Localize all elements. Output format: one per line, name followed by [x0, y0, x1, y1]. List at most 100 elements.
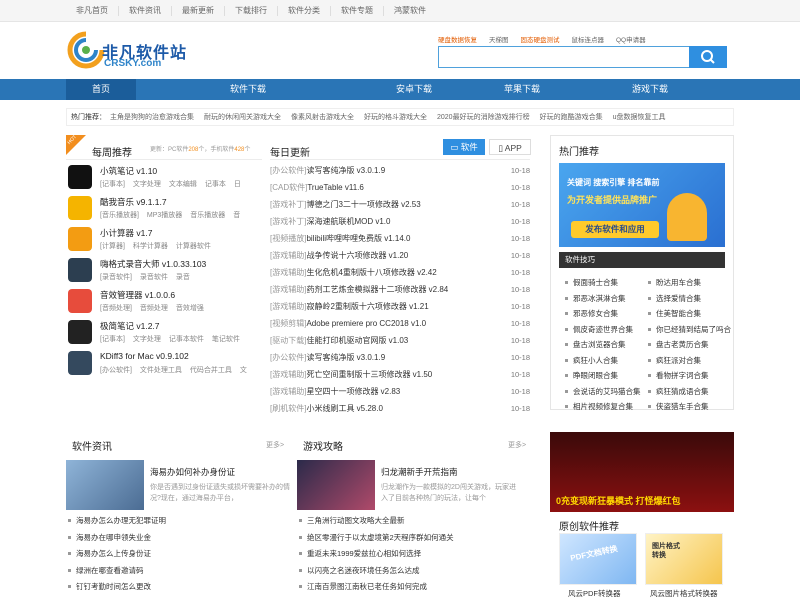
app-tag-link[interactable]: [记事本]: [100, 181, 125, 188]
daily-update-row[interactable]: [办公软件]读写客纯净版 v3.0.1.9 10-18: [270, 349, 530, 366]
app-tag-link[interactable]: 文件处理工具: [140, 367, 182, 374]
tab-software[interactable]: ▭ 软件: [443, 139, 485, 155]
app-icon[interactable]: [68, 289, 92, 313]
news-link[interactable]: 绝区零漫行于以太虚境第2天程序群如何通关: [299, 532, 454, 543]
app-tag-link[interactable]: 文字处理: [133, 336, 161, 343]
tip-link[interactable]: 睁眼闭眼合集: [565, 370, 618, 381]
row-category[interactable]: [游戏补丁]: [270, 200, 306, 209]
app-name[interactable]: 酷我音乐 v9.1.1.7: [100, 196, 167, 208]
hot-recommend-link[interactable]: 像素风射击游戏大全: [291, 112, 354, 122]
original-caption-image[interactable]: 风云图片格式转换器: [650, 588, 718, 599]
hot-keyword-link[interactable]: 固态硬盘测试: [521, 34, 560, 44]
hot-recommend-link[interactable]: 好玩的跑酷游戏合集: [540, 112, 603, 122]
app-name[interactable]: 小筑笔记 v1.10: [100, 165, 157, 177]
daily-update-row[interactable]: [游戏辅助]星空四十一项修改器 v2.83 10-18: [270, 383, 530, 400]
original-item-pdf[interactable]: PDF文档转换: [559, 533, 637, 585]
row-title[interactable]: TrueTable v11.6: [307, 183, 363, 192]
news-link[interactable]: 钉钉考勤时间怎么更改: [68, 581, 151, 592]
game-ad-banner[interactable]: 0充变现新狂暴模式 打怪爆红包: [550, 432, 734, 512]
daily-update-row[interactable]: [视频剪辑]Adobe premiere pro CC2018 v1.0 10-1…: [270, 315, 530, 332]
nav-android[interactable]: 安卓下载: [376, 79, 452, 100]
row-category[interactable]: [游戏辅助]: [270, 302, 306, 311]
app-name[interactable]: 极简笔记 v1.2.7: [100, 320, 160, 332]
search-input[interactable]: [438, 46, 690, 68]
tip-link[interactable]: 疯狂小人合集: [565, 355, 618, 366]
hot-keyword-link[interactable]: 天梯图: [489, 34, 509, 44]
row-category[interactable]: [办公软件]: [270, 166, 306, 175]
hot-recommend-link[interactable]: 2020最好玩的消除游戏排行榜: [437, 112, 530, 122]
daily-update-row[interactable]: [游戏辅助]战争传说十六项修改器 v1.20 10-18: [270, 247, 530, 264]
row-category[interactable]: [游戏辅助]: [270, 268, 306, 277]
app-tag-link[interactable]: [记事本]: [100, 336, 125, 343]
tip-link[interactable]: 盼达用车合集: [648, 277, 701, 288]
site-logo[interactable]: 非凡软件站 CRSKY.com: [66, 28, 186, 72]
top-nav-link[interactable]: 鸿蒙软件: [384, 6, 436, 16]
tip-link[interactable]: 你已经猜到结局了吗合: [648, 324, 731, 335]
top-nav-link[interactable]: 软件资讯: [119, 6, 172, 16]
top-nav-link[interactable]: 下载排行: [225, 6, 278, 16]
banner-publish-button[interactable]: 发布软件和应用: [571, 221, 659, 238]
daily-update-row[interactable]: [游戏辅助]寂静岭2重制版十六项修改器 v1.21 10-18: [270, 298, 530, 315]
tip-link[interactable]: 住美智能合集: [648, 308, 701, 319]
tip-link[interactable]: 邪恶冰淇淋合集: [565, 293, 626, 304]
app-tag-link[interactable]: 文: [240, 367, 247, 374]
row-title[interactable]: 博德之门3二十一项修改器 v2.53: [306, 200, 420, 209]
row-category[interactable]: [游戏辅助]: [270, 285, 306, 294]
tip-link[interactable]: 看物拼字词合集: [648, 370, 709, 381]
row-title[interactable]: 死亡空间重制版十三项修改器 v1.50: [306, 370, 432, 379]
app-tag-link[interactable]: [办公软件]: [100, 367, 132, 374]
tab-app[interactable]: ▯ APP: [489, 139, 531, 155]
app-tag-link[interactable]: 音效增强: [176, 305, 204, 312]
news-link[interactable]: 重返未来1999爱兹拉心相如何选择: [299, 548, 421, 559]
top-nav-link[interactable]: 软件分类: [278, 6, 331, 16]
app-tag-link[interactable]: 日: [234, 181, 241, 188]
row-title[interactable]: 深海速航联机MOD v1.0: [306, 217, 390, 226]
app-tag-link[interactable]: [计算器]: [100, 243, 125, 250]
weekly-app-item[interactable]: 音效管理器 v1.0.0.6 [音频处理] 音频处理 音效增强: [66, 289, 262, 319]
app-tag-link[interactable]: 科学计算器: [133, 243, 168, 250]
weekly-app-item[interactable]: KDiff3 for Mac v0.9.102 [办公软件] 文件处理工具 代码合并工…: [66, 351, 262, 381]
promo-banner[interactable]: 关键词 搜索引擎 排名靠前 为开发者提供品牌推广 发布软件和应用: [559, 163, 725, 247]
row-category[interactable]: [CAD软件]: [270, 183, 307, 192]
weekly-app-item[interactable]: 小筑笔记 v1.10 [记事本] 文字处理 文本编辑 记事本 日: [66, 165, 262, 195]
daily-update-row[interactable]: [游戏补丁]博德之门3二十一项修改器 v2.53 10-18: [270, 196, 530, 213]
tip-link[interactable]: 相片视频修复合集: [565, 401, 633, 412]
game-guide-feature[interactable]: 归龙潮新手开荒指南 归龙潮作为一款模拟的2D闯关游戏，玩家进入了目前各种热门的玩…: [297, 460, 517, 510]
row-category[interactable]: [游戏辅助]: [270, 251, 306, 260]
original-item-image[interactable]: 图片格式转换: [645, 533, 723, 585]
row-category[interactable]: [办公软件]: [270, 353, 306, 362]
app-tag-link[interactable]: 音: [233, 212, 240, 219]
row-category[interactable]: [驱动下载]: [270, 336, 306, 345]
app-tag-link[interactable]: 文本编辑: [169, 181, 197, 188]
row-category[interactable]: [刷机软件]: [270, 404, 306, 413]
app-tag-link[interactable]: 文字处理: [133, 181, 161, 188]
hot-recommend-link[interactable]: 好玩的格斗游戏大全: [364, 112, 427, 122]
app-tag-link[interactable]: 录音: [176, 274, 190, 281]
news-link[interactable]: 以闪亮之名迷夜环境任务怎么达成: [299, 565, 420, 576]
daily-update-row[interactable]: [游戏辅助]生化危机4重制版十八项修改器 v2.42 10-18: [270, 264, 530, 281]
row-title[interactable]: Adobe premiere pro CC2018 v1.0: [306, 319, 426, 328]
daily-update-row[interactable]: [游戏辅助]药剂工艺炼金模拟器十二项修改器 v2.84 10-18: [270, 281, 530, 298]
search-button[interactable]: [689, 46, 727, 68]
app-tag-link[interactable]: MP3播放器: [147, 212, 182, 219]
daily-update-row[interactable]: [刷机软件]小米线刷工具 v5.28.0 10-18: [270, 400, 530, 417]
row-title[interactable]: 生化危机4重制版十八项修改器 v2.42: [306, 268, 436, 277]
app-name[interactable]: KDiff3 for Mac v0.9.102: [100, 351, 189, 361]
hot-recommend-link[interactable]: 主角是狗狗的治愈游戏合集: [110, 112, 194, 122]
app-tag-link[interactable]: 记事本: [205, 181, 226, 188]
row-category[interactable]: [游戏辅助]: [270, 387, 306, 396]
hot-recommend-link[interactable]: u盘数据恢复工具: [613, 112, 666, 122]
app-tag-link[interactable]: 计算器软件: [176, 243, 211, 250]
row-category[interactable]: [游戏辅助]: [270, 370, 306, 379]
app-icon[interactable]: [68, 351, 92, 375]
daily-update-row[interactable]: [游戏辅助]死亡空间重制版十三项修改器 v1.50 10-18: [270, 366, 530, 383]
weekly-app-item[interactable]: 极简笔记 v1.2.7 [记事本] 文字处理 记事本软件 笔记软件: [66, 320, 262, 350]
tip-link[interactable]: 选择爱情合集: [648, 293, 701, 304]
weekly-app-item[interactable]: 嗨格式录音大师 v1.0.33.103 [录音软件] 录音软件 录音: [66, 258, 262, 288]
original-caption-pdf[interactable]: 风云PDF转换器: [568, 588, 621, 599]
top-nav-link[interactable]: 最新更新: [172, 6, 225, 16]
hot-keyword-link[interactable]: QQ申请器: [616, 34, 646, 44]
top-nav-link[interactable]: 软件专题: [331, 6, 384, 16]
hot-keyword-link[interactable]: 鼠标连点器: [572, 34, 605, 44]
hot-recommend-link[interactable]: 耐玩的休闲闯关游戏大全: [204, 112, 281, 122]
